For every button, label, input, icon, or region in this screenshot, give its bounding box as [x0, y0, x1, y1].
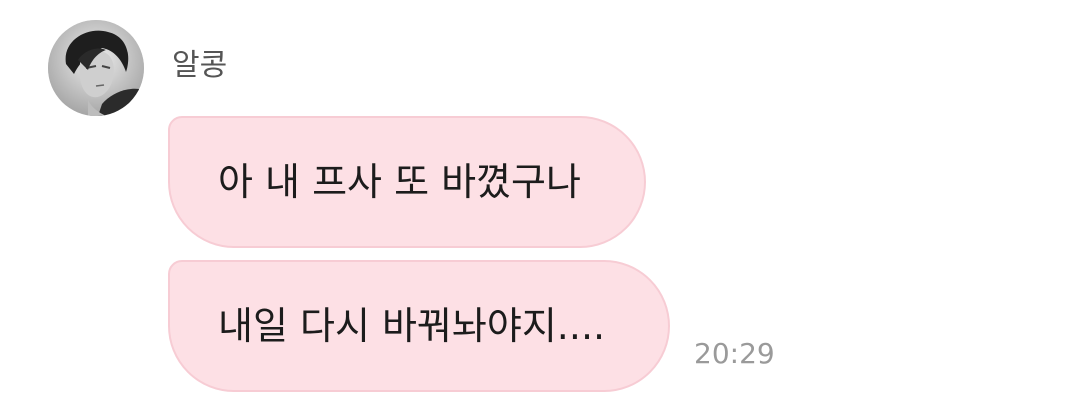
- message-bubble[interactable]: 아 내 프사 또 바꼈구나: [168, 116, 646, 248]
- sender-name: 알콩: [172, 48, 228, 83]
- message-text: 아 내 프사 또 바꼈구나: [218, 160, 581, 204]
- message-bubble[interactable]: 내일 다시 바꿔놔야지....: [168, 260, 670, 392]
- chat-thread: 알콩 아 내 프사 또 바꼈구나 내일 다시 바꿔놔야지.... 20:29: [0, 0, 1080, 417]
- profile-photo-icon: [48, 20, 144, 116]
- message-timestamp: 20:29: [694, 337, 775, 370]
- message-text: 내일 다시 바꿔놔야지....: [218, 304, 606, 348]
- sender-avatar[interactable]: [48, 20, 144, 116]
